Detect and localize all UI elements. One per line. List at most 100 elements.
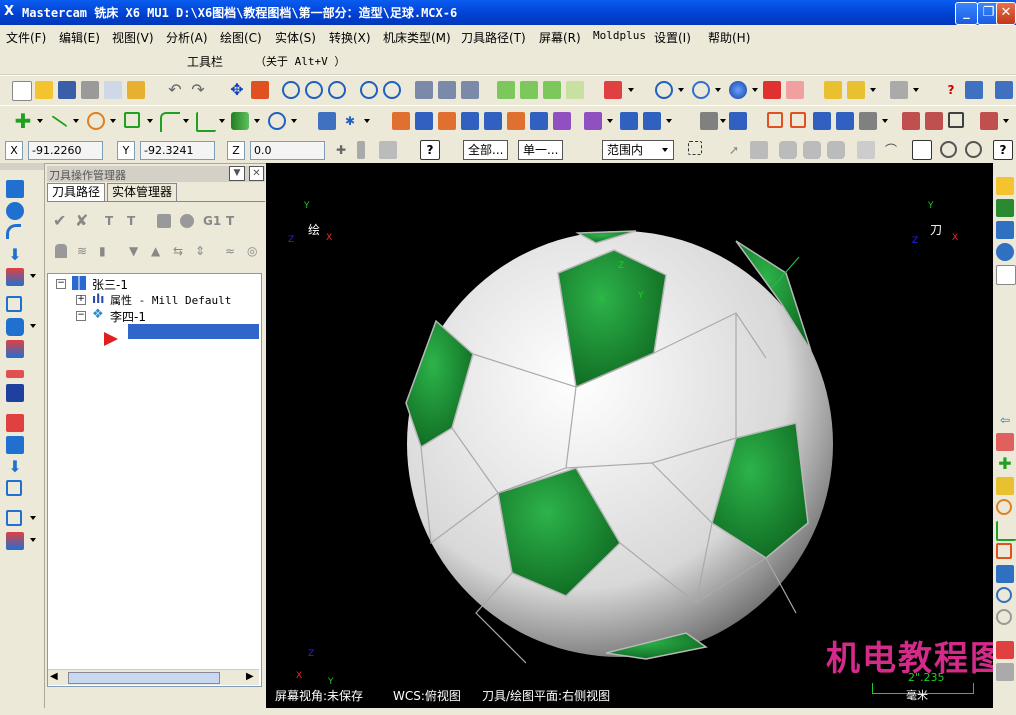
chevron-down-icon[interactable] xyxy=(1003,119,1009,123)
roll-icon[interactable] xyxy=(553,112,571,130)
curve-icon[interactable] xyxy=(584,112,602,130)
select-all-button[interactable]: 全部... xyxy=(463,140,509,160)
cut-icon[interactable] xyxy=(6,340,24,358)
tab-toolpaths[interactable]: 刀具路径 xyxy=(47,183,106,201)
chevron-down-icon[interactable] xyxy=(628,88,634,92)
menu-screen[interactable]: 屏幕(R) xyxy=(539,29,581,46)
fillet-icon[interactable] xyxy=(160,112,180,132)
cube-tool-icon[interactable] xyxy=(996,565,1014,583)
redo-icon[interactable]: ↷ xyxy=(189,81,207,99)
boolean-icon[interactable] xyxy=(6,414,24,432)
select-dirty-ops-icon[interactable]: ✘ xyxy=(75,212,93,230)
menu-machine-type[interactable]: 机床类型(M) xyxy=(383,29,451,46)
cancel-select-icon[interactable] xyxy=(940,141,957,158)
menu-moldplus[interactable]: Moldplus xyxy=(593,29,646,42)
post-lock-icon[interactable]: ▮ xyxy=(99,242,117,260)
wireframe-icon[interactable] xyxy=(461,81,479,99)
shade-sphere-icon[interactable] xyxy=(729,81,747,99)
scale-icon[interactable] xyxy=(438,112,456,130)
trim-icon[interactable] xyxy=(196,112,216,132)
chevron-down-icon[interactable] xyxy=(870,88,876,92)
arrange-icon[interactable] xyxy=(700,112,718,130)
menu-solids[interactable]: 实体(S) xyxy=(275,29,316,46)
insert-arrow-icon[interactable]: ⇆ xyxy=(173,242,191,260)
unzoom-icon[interactable] xyxy=(360,81,378,99)
z-coord-input[interactable]: 0.0 xyxy=(250,141,325,160)
quick-mask-icon[interactable] xyxy=(912,140,932,160)
chevron-down-icon[interactable] xyxy=(913,88,919,92)
chevron-down-icon[interactable] xyxy=(147,119,153,123)
face-select-icon[interactable] xyxy=(779,141,797,159)
chevron-down-icon[interactable] xyxy=(30,516,36,520)
mill-icon[interactable] xyxy=(902,112,920,130)
router-icon[interactable] xyxy=(980,112,998,130)
open-file-icon[interactable] xyxy=(35,81,53,99)
rotate-view-icon[interactable] xyxy=(6,202,24,220)
y-coord-label[interactable]: Y xyxy=(117,141,135,160)
grid-view-icon[interactable] xyxy=(6,510,22,526)
chevron-down-icon[interactable] xyxy=(720,119,726,123)
dimension-icon[interactable] xyxy=(729,112,747,130)
sphere-icon[interactable] xyxy=(6,318,24,336)
regenerate-dirty-icon[interactable]: T xyxy=(127,212,145,230)
rectangle-icon[interactable] xyxy=(124,112,140,128)
chevron-down-icon[interactable] xyxy=(662,148,668,152)
menu-xform[interactable]: 转换(X) xyxy=(329,29,371,46)
menu-settings[interactable]: 设置(I) xyxy=(654,29,691,46)
panel-menu-button[interactable]: ▼ xyxy=(229,166,245,181)
down-arrow-icon[interactable]: ⬇ xyxy=(6,246,24,264)
chevron-down-icon[interactable] xyxy=(37,119,43,123)
plane-icon[interactable] xyxy=(692,81,710,99)
back-face-icon[interactable] xyxy=(857,141,875,159)
chevron-down-icon[interactable] xyxy=(73,119,79,123)
palette-icon[interactable] xyxy=(996,641,1014,659)
project-icon[interactable] xyxy=(484,112,502,130)
collapse-icon[interactable]: − xyxy=(76,311,86,321)
file-link-icon[interactable] xyxy=(996,221,1014,239)
shape-icon[interactable] xyxy=(6,532,24,550)
menu-analyze[interactable]: 分析(A) xyxy=(166,29,208,46)
cube-outline-icon[interactable] xyxy=(6,296,22,312)
stop-icon[interactable] xyxy=(996,609,1012,625)
circle-tool-icon[interactable] xyxy=(996,499,1012,515)
help-icon[interactable]: ? xyxy=(942,81,960,99)
solid-icon[interactable] xyxy=(6,384,24,402)
collapse-icon[interactable]: − xyxy=(56,279,66,289)
target-icon[interactable] xyxy=(996,587,1012,603)
import-icon[interactable]: ⬇ xyxy=(6,458,24,476)
save-icon[interactable] xyxy=(58,81,76,99)
chevron-down-icon[interactable] xyxy=(678,88,684,92)
toolpath-group-label[interactable]: 李四-1 xyxy=(110,308,146,325)
panel-close-button[interactable]: ✕ xyxy=(249,166,264,181)
end-select-icon[interactable] xyxy=(965,141,982,158)
grid-icon[interactable] xyxy=(620,112,638,130)
view-top-icon[interactable] xyxy=(497,81,515,99)
rotate-icon[interactable] xyxy=(415,112,433,130)
print-icon[interactable] xyxy=(81,81,99,99)
insert-arrow-icon[interactable] xyxy=(104,332,118,346)
table-icon[interactable] xyxy=(767,112,783,128)
grid-tool-icon[interactable] xyxy=(996,543,1012,559)
menu-view[interactable]: 视图(V) xyxy=(112,29,154,46)
chevron-down-icon[interactable] xyxy=(715,88,721,92)
view-front-icon[interactable] xyxy=(520,81,538,99)
properties-label[interactable]: 属性 - Mill Default xyxy=(110,292,231,308)
help-icon[interactable]: ? xyxy=(420,140,440,160)
snap-icon[interactable]: ✱ xyxy=(341,112,359,130)
corner-icon[interactable] xyxy=(996,521,1016,541)
edge-select-icon[interactable] xyxy=(827,141,845,159)
pencil-icon[interactable] xyxy=(836,112,854,130)
machine-group-label[interactable]: 张三-1 xyxy=(92,276,128,293)
chevron-down-icon[interactable] xyxy=(882,119,888,123)
menu-create[interactable]: 绘图(C) xyxy=(220,29,262,46)
view-zoom-icon[interactable] xyxy=(655,81,673,99)
minimize-button[interactable]: _ xyxy=(955,2,978,25)
scroll-thumb[interactable] xyxy=(68,672,220,684)
chevron-down-icon[interactable] xyxy=(30,274,36,278)
array-icon[interactable] xyxy=(507,112,525,130)
menu-help[interactable]: 帮助(H) xyxy=(708,29,750,46)
layout-icon[interactable] xyxy=(6,480,22,496)
regenerate-icon[interactable]: T xyxy=(105,212,123,230)
chevron-down-icon[interactable] xyxy=(666,119,672,123)
graphics-viewport[interactable]: Y 绘 Z X Y 刀 Z X Z X Y Z Y X 屏幕视角:未保存 WCS… xyxy=(266,163,1004,708)
